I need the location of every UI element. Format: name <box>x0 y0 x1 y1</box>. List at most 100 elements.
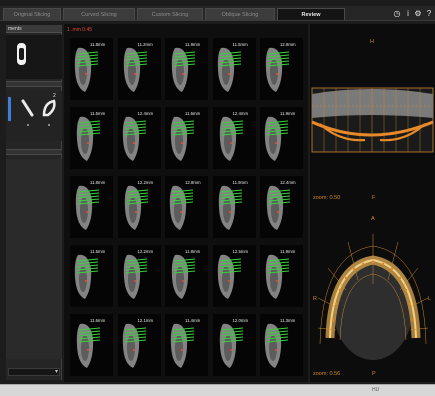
cross-section-thumbnail[interactable]: 12.4mm <box>212 107 256 169</box>
lower-zoom-label: zoom: 0.56 <box>313 371 341 377</box>
thumbnail-measurement-label: 11.9mm <box>185 42 201 47</box>
cross-section-thumbnail[interactable]: 12.8mm <box>260 38 303 100</box>
cross-section-thumbnail[interactable]: 11.8mm <box>70 38 113 100</box>
thumbnail-measurement-label: 12.1mm <box>137 318 154 323</box>
tab-oblique-slicing[interactable]: Oblique Slicing <box>205 8 275 20</box>
thumbnail-measurement-label: 11.4mm <box>185 318 201 323</box>
bone-slice-image <box>75 185 100 230</box>
gallery-caption: 1 .mm 0.45 <box>67 27 93 33</box>
bone-slice-image <box>124 185 148 230</box>
panoramic-view[interactable] <box>310 82 435 172</box>
tab-original-slicing[interactable]: Original Slicing <box>3 8 61 20</box>
cross-section-thumbnail[interactable]: 11.5mm <box>70 245 113 307</box>
cross-section-thumbnail[interactable]: 11.6mm <box>70 314 113 376</box>
cross-section-thumbnail[interactable]: 12.8mm <box>165 176 208 238</box>
cross-section-thumbnail[interactable]: 12.2mm <box>117 245 161 307</box>
view-upper-bottom-label: F <box>372 195 376 201</box>
settings-icon[interactable]: ⚙ <box>413 9 423 19</box>
cross-section-thumbnail[interactable]: 11.4mm <box>165 314 208 376</box>
view-lower-left-label: R <box>313 296 317 302</box>
bone-slice-image <box>171 47 196 92</box>
thumbnail-measurement-label: 11.9mm <box>280 249 296 254</box>
cross-section-thumbnail[interactable]: 11.5mm <box>165 107 208 169</box>
status-bar: HU <box>0 384 435 396</box>
thumbnail-measurement-label: 12.2mm <box>137 249 154 254</box>
cross-section-thumbnail[interactable]: 11.8mm <box>165 245 208 307</box>
bone-slice-image <box>76 116 101 161</box>
bone-slice-image <box>170 323 195 368</box>
view-lower-bottom-label: P <box>372 371 376 377</box>
thumbnail-measurement-label: 11.3mm <box>280 318 296 323</box>
thumbnail-measurement-label: 12.2mm <box>137 180 154 185</box>
selector-number: 2 <box>53 93 56 99</box>
bone-slice-image <box>122 116 146 161</box>
bone-slice-image <box>217 254 241 299</box>
clock-icon[interactable]: ◷ <box>392 9 402 19</box>
cross-section-thumbnail[interactable]: 12.0mm <box>212 314 256 376</box>
tab-curved-slicing[interactable]: Curved Slicing <box>63 8 135 20</box>
bone-slice-image <box>264 116 289 161</box>
status-text: HU <box>372 387 380 393</box>
app-window: Original Slicing Curved Slicing Custom S… <box>0 0 435 396</box>
chevron-down-icon[interactable]: ▾ <box>55 368 58 375</box>
panel-body <box>6 159 62 359</box>
cross-section-thumbnail[interactable]: 12.2mm <box>117 176 161 238</box>
implant-preview[interactable] <box>6 35 62 79</box>
cross-section-thumbnail[interactable]: 12.5mm <box>212 245 256 307</box>
cross-section-gallery: 1 .mm 0.45 11.8mm 11.2mm 11.9mm 11.5mm 12.8m… <box>64 24 308 382</box>
thumbnail-measurement-label: 12.8mm <box>280 42 296 47</box>
bone-slice-image <box>76 323 101 368</box>
thumbnail-measurement-label: 12.4mm <box>137 111 154 116</box>
thumbnail-measurement-label: 12.4mm <box>280 180 296 185</box>
thumbnail-measurement-label: 11.5mm <box>90 111 106 116</box>
panel-divider <box>6 149 62 155</box>
bone-slice-image <box>74 47 99 92</box>
thumbnail-measurement-label: 11.8mm <box>90 180 106 185</box>
cross-section-thumbnail[interactable]: 12.4mm <box>117 107 161 169</box>
thumbnail-measurement-label: 12.4mm <box>232 111 249 116</box>
cross-section-thumbnail[interactable]: 11.9mm <box>260 107 303 169</box>
panel-header-title: ments <box>8 26 22 32</box>
axial-arch-view[interactable] <box>318 228 428 368</box>
panel-header: ments <box>6 25 62 33</box>
cross-section-thumbnail[interactable]: 11.5mm <box>212 38 256 100</box>
cross-section-thumbnail[interactable]: 12.1mm <box>117 314 161 376</box>
panel-scrollbar[interactable]: ▾ <box>8 368 60 376</box>
cross-section-thumbnail[interactable]: 11.8mm <box>70 176 113 238</box>
bone-slice-image <box>170 116 195 161</box>
bone-slice-image <box>264 323 289 368</box>
bone-slice-image <box>122 323 146 368</box>
bone-slice-image <box>171 254 196 299</box>
cross-section-thumbnail[interactable]: 11.9mm <box>212 176 256 238</box>
cross-section-thumbnail[interactable]: 11.3mm <box>260 314 303 376</box>
bone-slice-image <box>74 254 99 299</box>
bone-slice-image <box>218 185 242 230</box>
cross-section-thumbnail[interactable]: 11.9mm <box>260 245 303 307</box>
info-icon[interactable]: i <box>403 9 413 19</box>
bone-slice-image <box>219 116 243 161</box>
help-icon[interactable]: ? <box>424 9 434 19</box>
tab-bar: Original Slicing Curved Slicing Custom S… <box>0 6 435 21</box>
thumbnail-measurement-label: 11.5mm <box>90 249 106 254</box>
left-panel: ments 2 ▾ <box>6 25 62 380</box>
bone-slice-image <box>123 254 147 299</box>
tab-review[interactable]: Review <box>277 8 345 20</box>
cross-section-thumbnail[interactable]: 12.4mm <box>260 176 303 238</box>
bone-slice-image <box>265 254 290 299</box>
cross-section-thumbnail[interactable]: 11.5mm <box>70 107 113 169</box>
cross-section-thumbnail[interactable]: 11.9mm <box>165 38 208 100</box>
bone-slice-image <box>123 47 147 92</box>
thumbnail-measurement-label: 11.9mm <box>232 180 248 185</box>
tab-custom-slicing[interactable]: Custom Slicing <box>137 8 203 20</box>
thumbnail-measurement-label: 11.2mm <box>137 42 153 47</box>
bone-slice-image <box>219 323 243 368</box>
upper-zoom-label: zoom: 0.50 <box>313 195 341 201</box>
thumbnail-measurement-label: 11.9mm <box>280 111 296 116</box>
cross-section-thumbnail[interactable]: 11.2mm <box>117 38 161 100</box>
thumbnail-measurement-label: 11.5mm <box>232 42 248 47</box>
thumbnail-measurement-label: 12.5mm <box>232 249 249 254</box>
thumbnail-measurement-label: 11.5mm <box>185 111 201 116</box>
thumbnail-measurement-label: 11.8mm <box>185 249 201 254</box>
view-lower-top-label: A <box>371 216 375 222</box>
selection-indicator-icon <box>8 97 11 121</box>
